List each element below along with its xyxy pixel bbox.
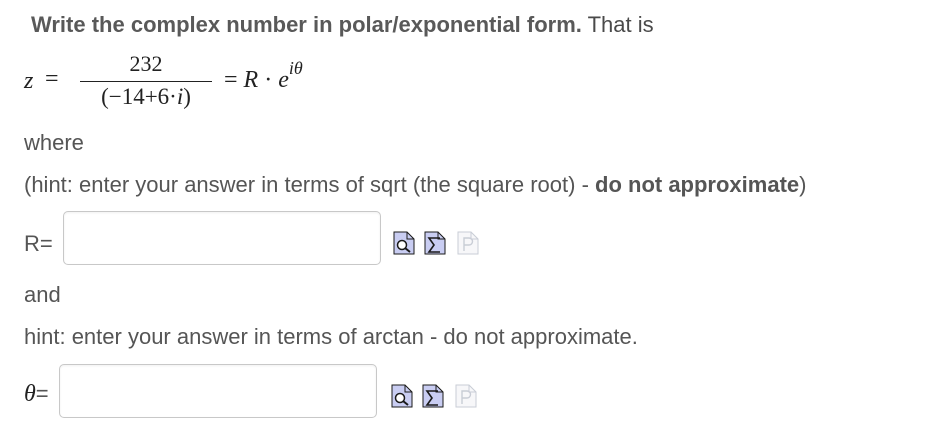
rhs-dot: · bbox=[258, 67, 279, 93]
p-icon bbox=[457, 231, 479, 255]
p-icon bbox=[455, 384, 477, 408]
preview-icon[interactable] bbox=[393, 231, 415, 255]
fraction-numerator: 232 bbox=[129, 51, 163, 76]
r-field-label: R= bbox=[24, 231, 53, 256]
rhs-equals: = bbox=[224, 67, 244, 93]
rhs-e: e bbox=[278, 67, 289, 93]
instruction-text: Write the complex number in polar/expone… bbox=[31, 12, 654, 38]
hint-sqrt-prefix: (hint: enter your answer in terms of sqr… bbox=[24, 172, 596, 197]
theta-equals: = bbox=[35, 381, 49, 406]
fraction-bar bbox=[80, 81, 212, 82]
equation-editor-icon[interactable] bbox=[424, 231, 446, 255]
theta-symbol: θ bbox=[24, 381, 36, 407]
hint-sqrt: (hint: enter your answer in terms of sqr… bbox=[24, 172, 806, 198]
theta-answer-input[interactable] bbox=[59, 364, 377, 418]
equation-editor-icon[interactable] bbox=[422, 384, 444, 408]
theta-field-label: θ= bbox=[24, 381, 49, 408]
fraction-denominator: (−14+6·i) bbox=[80, 84, 212, 110]
preview-icon[interactable] bbox=[391, 384, 413, 408]
where-text: where bbox=[24, 130, 84, 155]
equation-lhs-variable: z bbox=[24, 68, 34, 94]
hint-sqrt-suffix: ) bbox=[799, 172, 807, 197]
hint-arctan: hint: enter your answer in terms of arct… bbox=[24, 324, 638, 349]
hint-sqrt-bold: do not approximate bbox=[595, 172, 800, 197]
instruction-bold: Write the complex number in polar/expone… bbox=[31, 12, 582, 37]
rhs-r: R bbox=[243, 67, 259, 93]
r-answer-input[interactable] bbox=[63, 211, 381, 265]
denominator-open: (−14+6· bbox=[101, 84, 177, 109]
equation-equals-sign: = bbox=[45, 66, 59, 92]
denominator-close: ) bbox=[183, 84, 191, 109]
instruction-rest: That is bbox=[581, 12, 654, 37]
and-text: and bbox=[24, 282, 61, 307]
rhs-exponent: iθ bbox=[288, 58, 303, 78]
equation-rhs: = R · eiθ bbox=[224, 58, 303, 94]
